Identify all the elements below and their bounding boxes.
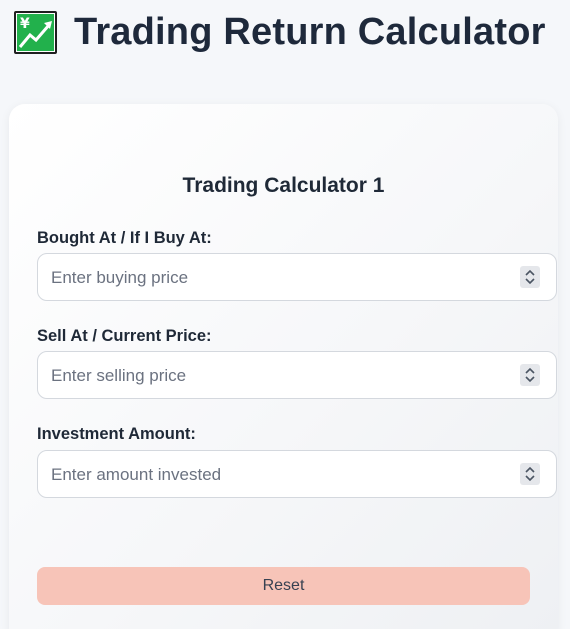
investment-amount-input[interactable]: Enter amount invested bbox=[37, 450, 557, 498]
reset-button[interactable]: Reset bbox=[37, 567, 530, 605]
buy-price-input[interactable]: Enter buying price bbox=[37, 253, 557, 301]
calculator-title: Trading Calculator 1 bbox=[182, 174, 385, 197]
calculator-card: Trading Calculator 1 Bought At / If I Bu… bbox=[9, 104, 558, 629]
page-title: Trading Return Calculator bbox=[74, 10, 546, 53]
investment-amount-label: Investment Amount: bbox=[37, 425, 196, 443]
investment-amount-placeholder: Enter amount invested bbox=[51, 465, 222, 484]
svg-text:¥: ¥ bbox=[20, 16, 30, 32]
chart-increasing-with-yen-icon: ¥ bbox=[14, 10, 57, 54]
buy-price-label: Bought At / If I Buy At: bbox=[37, 229, 212, 247]
header: ¥ Trading Return Calculator bbox=[14, 10, 546, 54]
buy-price-spinner-icon[interactable] bbox=[520, 266, 540, 288]
buy-price-placeholder: Enter buying price bbox=[51, 268, 189, 287]
page: ¥ Trading Return Calculator Trading Calc… bbox=[0, 0, 570, 629]
sell-price-spinner-icon[interactable] bbox=[520, 364, 540, 386]
sell-price-input[interactable]: Enter selling price bbox=[37, 351, 557, 399]
investment-amount-spinner-icon[interactable] bbox=[520, 463, 540, 485]
sell-price-placeholder: Enter selling price bbox=[51, 366, 187, 385]
sell-price-label: Sell At / Current Price: bbox=[37, 327, 212, 345]
